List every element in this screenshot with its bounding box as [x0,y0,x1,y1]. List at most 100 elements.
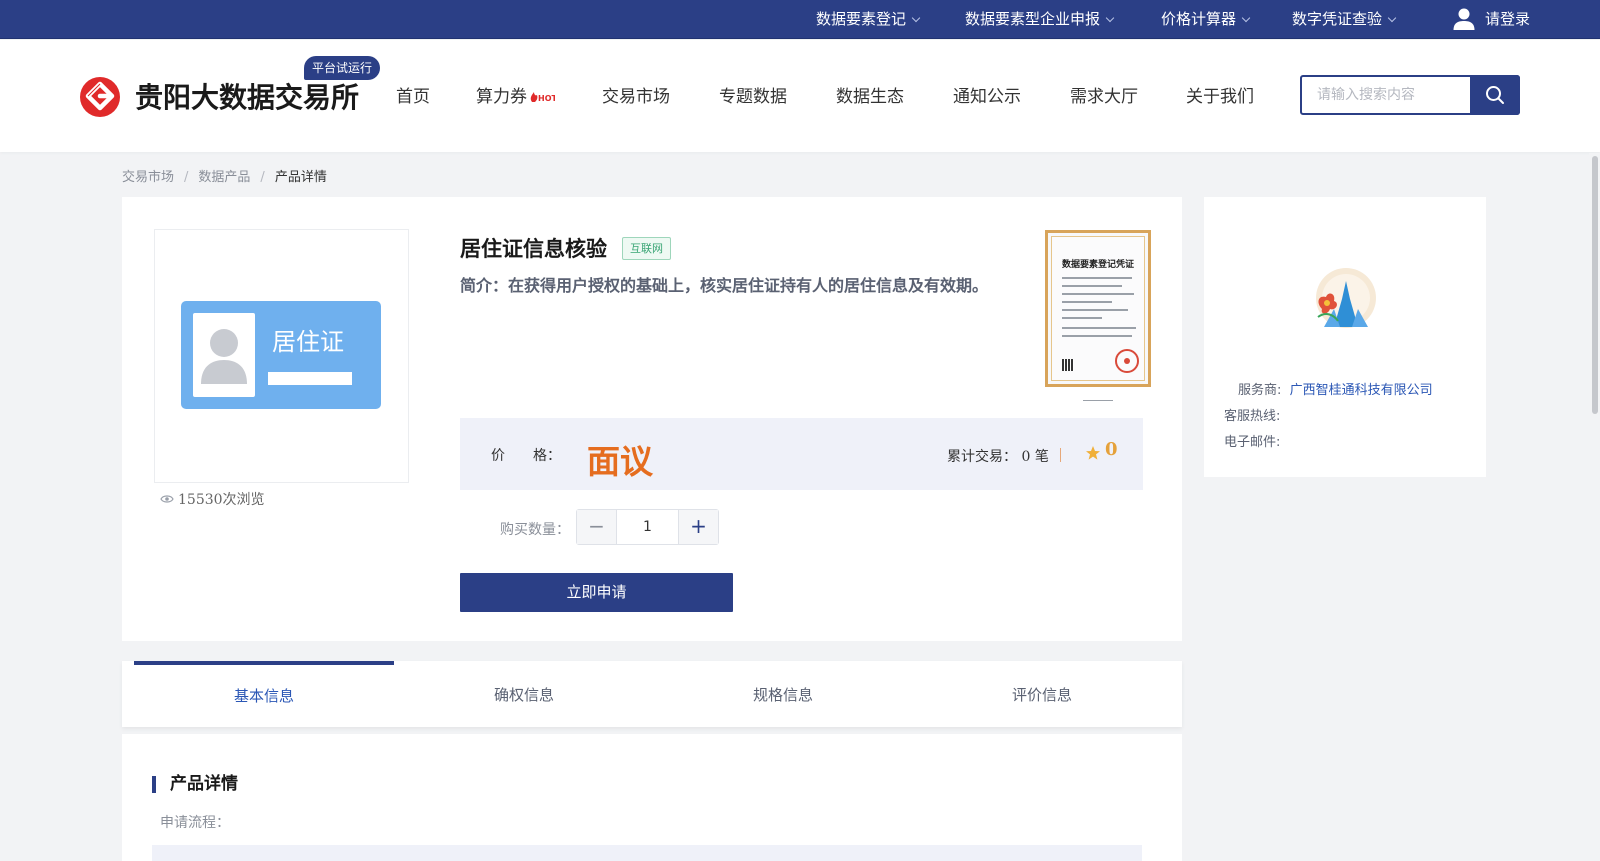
topbar-link-data-registration[interactable]: 数据要素登记 [816,0,921,39]
search-icon [1486,86,1504,104]
top-bar: 数据要素登记 数据要素型企业申报 价格计算器 数字凭证查验 请登录 [0,0,1600,39]
certificate-text-line [1062,309,1128,311]
quantity-input[interactable] [617,510,678,544]
product-detail-section: 产品详情 申请流程： [122,734,1182,861]
search-box [1300,75,1520,115]
tab-spec-info[interactable]: 规格信息 [653,661,913,727]
view-count: 15530次浏览 [160,489,265,509]
price-panel: 价 格： 面议 累计交易： 0 笔 0 [460,418,1143,490]
certificate-text-line [1062,335,1132,337]
chevron-down-icon [1387,13,1397,23]
carousel-indicator[interactable] [1083,400,1113,401]
eye-icon [160,495,174,503]
certificate-text-line [1062,285,1122,287]
exchange-name[interactable]: 贵阳大数据交易所 [135,76,359,116]
breadcrumb-separator: / [260,170,265,185]
certificate-text-line [1062,277,1132,279]
price-value: 面议 [587,442,653,481]
nav-home[interactable]: 首页 [396,82,430,107]
card-image-text: 居住证 [272,328,344,356]
user-icon [1453,8,1475,30]
scrollbar-thumb[interactable] [1592,156,1598,414]
breadcrumb-separator: / [184,170,189,185]
increase-button[interactable]: + [678,510,718,544]
provider-logo-icon [1316,268,1376,328]
email-row: 电子邮件: [1224,431,1280,450]
section-title: 产品详情 [152,776,238,793]
decrease-button[interactable]: − [577,510,617,544]
login-label: 请登录 [1485,10,1531,28]
topbar-link-label: 数据要素登记 [816,10,907,28]
nav-compute-voucher[interactable]: 算力券 HOT [476,82,555,107]
trade-count-value: 0 [1021,449,1031,465]
search-button[interactable] [1470,75,1520,115]
view-count-text: 15530次浏览 [178,492,265,508]
star-icon [1086,446,1100,460]
price-label: 价 格： [491,448,561,464]
product-card: 居住证 15530次浏览 居住证信息核验 互联网 简介：在获得用户授权的基础上，… [122,197,1182,641]
quantity-label: 购买数量： [500,522,570,538]
trade-count: 累计交易： 0 笔 [947,446,1049,466]
email-label: 电子邮件: [1224,435,1281,450]
trial-badge: 平台试运行 [304,56,381,80]
qr-code-icon [1062,359,1074,371]
hotline-row: 客服热线: [1224,405,1280,424]
hotline-label: 客服热线: [1224,409,1281,424]
apply-now-button[interactable]: 立即申请 [460,573,733,612]
provider-card: 服务商: 广西智桂通科技有限公司 客服热线: 电子邮件: [1204,197,1486,477]
login-link[interactable]: 请登录 [1452,0,1530,39]
certificate-text-line [1062,327,1136,329]
chevron-down-icon [1241,13,1251,23]
certificate-body: 数据要素登记凭证 [1051,236,1145,381]
breadcrumb: 交易市场 / 数据产品 / 产品详情 [122,166,327,185]
registration-certificate[interactable]: 数据要素登记凭证 [1045,230,1151,387]
application-process-label: 申请流程： [160,815,230,831]
rating-score: 0 [1105,439,1118,460]
trade-count-label: 累计交易： [947,449,1017,465]
topbar-link-label: 数字凭证查验 [1292,10,1383,28]
tab-basic-info[interactable]: 基本信息 [134,661,394,727]
seal-icon [1115,349,1139,373]
page-scrollbar[interactable] [1589,153,1600,861]
nav-notices[interactable]: 通知公示 [953,82,1021,107]
tab-rights-info[interactable]: 确权信息 [394,661,654,727]
breadcrumb-trading-market[interactable]: 交易市场 [122,170,174,185]
certificate-title: 数据要素登记凭证 [1061,260,1134,270]
provider-row: 服务商: 广西智桂通科技有限公司 [1238,379,1433,398]
provider-name-link[interactable]: 广西智桂通科技有限公司 [1290,383,1433,398]
certificate-text-line [1062,301,1112,303]
product-title: 居住证信息核验 [460,237,607,261]
topbar-link-label: 数据要素型企业申报 [965,10,1101,28]
certificate-text-line [1062,293,1134,295]
chevron-down-icon [1105,13,1115,23]
provider-label: 服务商: [1238,383,1282,398]
exchange-logo-icon[interactable] [79,76,121,118]
search-input[interactable] [1302,77,1472,113]
trade-count-unit: 笔 [1034,449,1049,465]
quantity-stepper: − + [576,509,719,545]
hot-flame-icon: HOT [530,92,555,103]
tab-review-info[interactable]: 评价信息 [912,661,1172,727]
topbar-link-price-calculator[interactable]: 价格计算器 [1161,0,1251,39]
nav-data-ecosystem[interactable]: 数据生态 [836,82,904,107]
topbar-link-label: 价格计算器 [1161,10,1237,28]
nav-demand-hall[interactable]: 需求大厅 [1070,82,1138,107]
product-intro: 简介：在获得用户授权的基础上，核实居住证持有人的居住信息及有效期。 [460,276,989,295]
nav-trading-market[interactable]: 交易市场 [602,82,670,107]
process-strip [152,845,1142,861]
certificate-text-line [1062,317,1102,319]
nav-about-us[interactable]: 关于我们 [1186,82,1254,107]
main-header: 贵阳大数据交易所 平台试运行 首页 算力券 HOT 交易市场 专题数据 数据生态… [0,40,1600,152]
breadcrumb-current: 产品详情 [274,170,327,185]
topbar-link-enterprise-application[interactable]: 数据要素型企业申报 [965,0,1115,39]
residence-card-illustration: 居住证 [181,301,381,409]
divider [1060,448,1061,462]
svg-text:HOT: HOT [538,94,555,103]
product-image: 居住证 [154,229,409,483]
breadcrumb-data-products[interactable]: 数据产品 [198,170,250,185]
nav-topic-data[interactable]: 专题数据 [719,82,787,107]
nav-label: 算力券 [476,87,527,107]
detail-tabs: 基本信息 确权信息 规格信息 评价信息 [122,661,1182,727]
topbar-link-certificate-check[interactable]: 数字凭证查验 [1292,0,1397,39]
industry-tag: 互联网 [622,237,671,260]
